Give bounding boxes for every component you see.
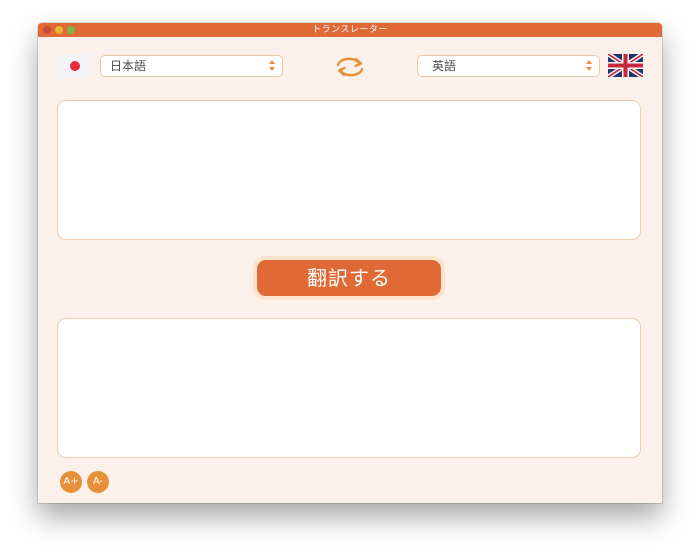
target-language-select[interactable]: 英語: [417, 55, 600, 77]
translated-text-output[interactable]: [57, 318, 641, 458]
target-language-value: 英語: [432, 59, 457, 73]
uk-flag-icon: [608, 54, 643, 77]
app-window: トランスレーター 日本語 英語 翻訳する A+ A-: [38, 23, 662, 503]
title-bar[interactable]: トランスレーター: [38, 23, 662, 37]
japan-flag-icon: [57, 54, 93, 78]
translate-button-label: 翻訳する: [257, 260, 441, 296]
source-language-value: 日本語: [110, 59, 147, 73]
stepper-arrows-icon: [268, 59, 276, 73]
decrease-font-button[interactable]: A-: [87, 471, 109, 493]
swap-languages-button[interactable]: [334, 56, 366, 78]
source-language-select[interactable]: 日本語: [100, 55, 283, 77]
stepper-arrows-icon: [585, 59, 593, 73]
japan-flag-disc: [70, 61, 80, 71]
source-text-input[interactable]: [57, 100, 641, 240]
swap-arrows-icon: [336, 57, 364, 77]
window-title: トランスレーター: [312, 25, 388, 35]
increase-font-button[interactable]: A+: [60, 471, 82, 493]
translate-button[interactable]: 翻訳する: [253, 256, 445, 300]
